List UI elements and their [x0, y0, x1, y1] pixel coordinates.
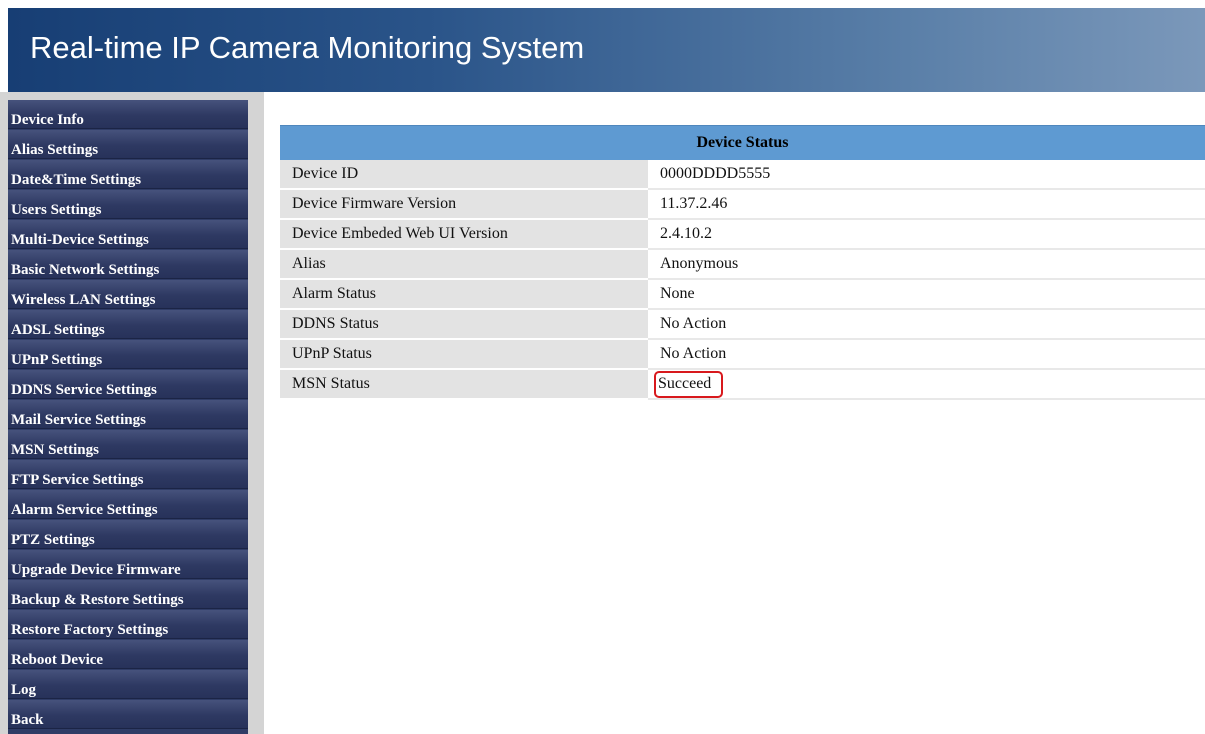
- ddns-status-label: DDNS Status: [280, 309, 648, 340]
- ddns-status-value: No Action: [648, 309, 1205, 340]
- sidebar-item-adsl-settings[interactable]: ADSL Settings: [8, 310, 248, 339]
- sidebar-item-alias-settings[interactable]: Alias Settings: [8, 130, 248, 159]
- msn-status-value: Succeed: [654, 370, 724, 398]
- sidebar-item-ddns-service-settings[interactable]: DDNS Service Settings: [8, 370, 248, 399]
- device-id-value: 0000DDDD5555: [648, 160, 1205, 190]
- table-row: UPnP Status No Action: [280, 339, 1205, 370]
- sidebar-item-ftp-service-settings[interactable]: FTP Service Settings: [8, 460, 248, 489]
- upnp-status-value: No Action: [648, 339, 1205, 370]
- sidebar-item-back[interactable]: Back: [8, 700, 248, 729]
- sidebar-item-upnp-settings[interactable]: UPnP Settings: [8, 340, 248, 369]
- upnp-status-label: UPnP Status: [280, 339, 648, 370]
- table-row: Device ID 0000DDDD5555: [280, 160, 1205, 190]
- sidebar-item-multi-device-settings[interactable]: Multi-Device Settings: [8, 220, 248, 249]
- sidebar-item-reboot-device[interactable]: Reboot Device: [8, 640, 248, 669]
- sidebar-item-restore-factory-settings[interactable]: Restore Factory Settings: [8, 610, 248, 639]
- web-ui-version-value: 2.4.10.2: [648, 219, 1205, 250]
- alarm-status-label: Alarm Status: [280, 279, 648, 310]
- msn-status-cell: Succeed: [648, 369, 1205, 400]
- app-header: Real-time IP Camera Monitoring System: [8, 8, 1205, 92]
- sidebar-item-device-info[interactable]: Device Info: [8, 100, 248, 129]
- table-row: DDNS Status No Action: [280, 309, 1205, 340]
- firmware-version-label: Device Firmware Version: [280, 189, 648, 220]
- alias-value: Anonymous: [648, 249, 1205, 280]
- sidebar-item-ptz-settings[interactable]: PTZ Settings: [8, 520, 248, 549]
- table-row: MSN Status Succeed: [280, 369, 1205, 400]
- sidebar-item-wireless-lan-settings[interactable]: Wireless LAN Settings: [8, 280, 248, 309]
- alarm-status-value: None: [648, 279, 1205, 310]
- web-ui-version-label: Device Embeded Web UI Version: [280, 219, 648, 250]
- sidebar-item-log[interactable]: Log: [8, 670, 248, 699]
- sidebar-item-msn-settings[interactable]: MSN Settings: [8, 430, 248, 459]
- sidebar-item-backup-restore-settings[interactable]: Backup & Restore Settings: [8, 580, 248, 609]
- sidebar-item-users-settings[interactable]: Users Settings: [8, 190, 248, 219]
- table-row: Alarm Status None: [280, 279, 1205, 310]
- msn-status-label: MSN Status: [280, 369, 648, 400]
- firmware-version-value: 11.37.2.46: [648, 189, 1205, 220]
- table-row: Alias Anonymous: [280, 249, 1205, 280]
- alias-label: Alias: [280, 249, 648, 280]
- sidebar-item-alarm-service-settings[interactable]: Alarm Service Settings: [8, 490, 248, 519]
- sidebar-item-upgrade-device-firmware[interactable]: Upgrade Device Firmware: [8, 550, 248, 579]
- sidebar-item-mail-service-settings[interactable]: Mail Service Settings: [8, 400, 248, 429]
- app-title: Real-time IP Camera Monitoring System: [30, 30, 585, 65]
- device-id-label: Device ID: [280, 160, 648, 190]
- device-status-panel: Device Status Device ID 0000DDDD5555 Dev…: [280, 125, 1205, 400]
- sidebar-item-basic-network-settings[interactable]: Basic Network Settings: [8, 250, 248, 279]
- sidebar-item-datetime-settings[interactable]: Date&Time Settings: [8, 160, 248, 189]
- table-row: Device Embeded Web UI Version 2.4.10.2: [280, 219, 1205, 250]
- sidebar-nav: Device Info Alias Settings Date&Time Set…: [8, 100, 248, 734]
- device-status-table: Device Status Device ID 0000DDDD5555 Dev…: [280, 125, 1205, 400]
- device-status-title: Device Status: [280, 125, 1205, 160]
- table-row: Device Firmware Version 11.37.2.46: [280, 189, 1205, 220]
